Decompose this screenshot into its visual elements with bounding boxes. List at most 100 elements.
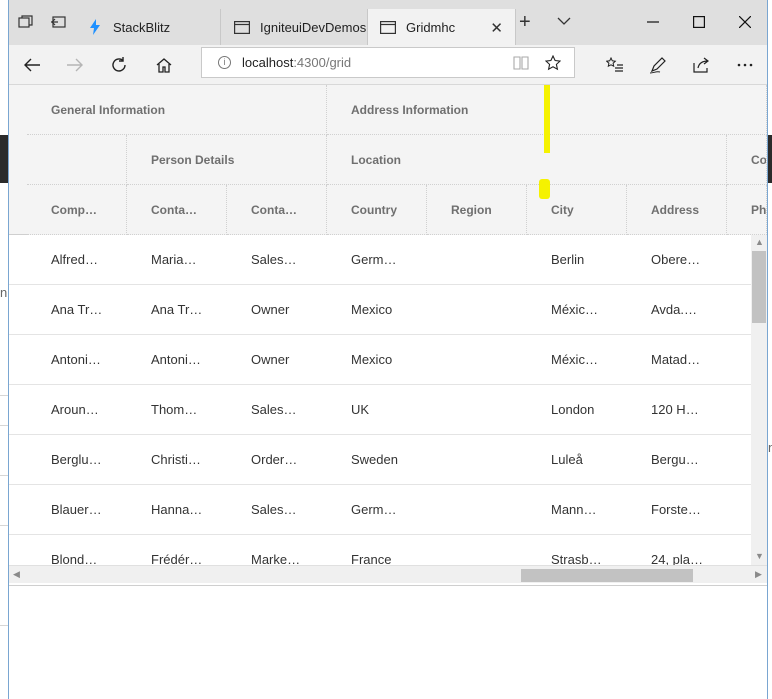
cell-country[interactable]: Mexico (327, 335, 427, 384)
tab-stackblitz[interactable]: StackBlitz (75, 9, 221, 45)
column-header-company[interactable]: Comp… (27, 185, 127, 235)
cell-address[interactable]: 24, pla… (627, 535, 727, 565)
cell-contact-title[interactable]: Sales… (227, 385, 327, 434)
cell-contact-name[interactable]: Thom… (127, 385, 227, 434)
cell-contact-name[interactable]: Ana Tr… (127, 285, 227, 334)
favorite-star-icon[interactable] (544, 54, 562, 72)
cell-contact-name[interactable]: Maria… (127, 235, 227, 284)
group-header-location[interactable]: Location (327, 135, 727, 185)
cell-country[interactable]: UK (327, 385, 427, 434)
close-tab-icon[interactable]: ✕ (490, 19, 503, 37)
column-header-region[interactable]: Region (427, 185, 527, 235)
vertical-scrollbar[interactable]: ▲ ▼ (751, 235, 767, 565)
cell-region[interactable] (427, 285, 527, 334)
cell-city[interactable]: Berlin (527, 235, 627, 284)
cell-company[interactable]: Ana Tr… (27, 285, 127, 334)
cell-city[interactable]: Strasb… (527, 535, 627, 565)
cell-city[interactable]: Mann… (527, 485, 627, 534)
cell-contact-title[interactable]: Order… (227, 435, 327, 484)
cell-region[interactable] (427, 485, 527, 534)
cell-city[interactable]: Méxic… (527, 335, 627, 384)
table-row[interactable]: Blauer… Hanna… Sales… Germ… Mann… Forste… (9, 485, 751, 535)
column-header-contact-name[interactable]: Conta… (127, 185, 227, 235)
group-header-person-details[interactable]: Person Details (127, 135, 327, 185)
cell-region[interactable] (427, 235, 527, 284)
navigation-bar: i localhost:4300/grid (9, 45, 767, 85)
scroll-right-icon[interactable]: ▶ (755, 569, 762, 580)
tab-gridmhc[interactable]: Gridmhc ✕ (368, 9, 516, 45)
table-row[interactable]: Blond… Frédér… Marke… France Strasb… 24,… (9, 535, 751, 565)
cell-region[interactable] (427, 535, 527, 565)
cell-address[interactable]: 120 H… (627, 385, 727, 434)
tab-igniteuidevdemos[interactable]: IgniteuiDevDemos (222, 9, 368, 45)
cell-company[interactable]: Antoni… (27, 335, 127, 384)
url-text[interactable]: localhost:4300/grid (242, 55, 351, 70)
group-header-contact[interactable]: Co (727, 135, 767, 185)
cell-country[interactable]: Sweden (327, 435, 427, 484)
table-row[interactable]: Ana Tr… Ana Tr… Owner Mexico Méxic… Avda… (9, 285, 751, 335)
table-row[interactable]: Antoni… Antoni… Owner Mexico Méxic… Mata… (9, 335, 751, 385)
cell-country[interactable]: Germ… (327, 235, 427, 284)
home-icon[interactable] (152, 53, 176, 77)
cell-contact-title[interactable]: Owner (227, 335, 327, 384)
cell-contact-name[interactable]: Christi… (127, 435, 227, 484)
more-icon[interactable] (733, 53, 757, 77)
cell-contact-name[interactable]: Hanna… (127, 485, 227, 534)
reading-view-icon[interactable] (512, 54, 530, 72)
cell-address[interactable]: Bergu… (627, 435, 727, 484)
cell-city[interactable]: London (527, 385, 627, 434)
cell-country[interactable]: France (327, 535, 427, 565)
cell-city[interactable]: Méxic… (527, 285, 627, 334)
refresh-icon[interactable] (107, 53, 131, 77)
cell-region[interactable] (427, 385, 527, 434)
close-window-icon[interactable] (735, 12, 755, 32)
cell-contact-name[interactable]: Antoni… (127, 335, 227, 384)
column-header-address[interactable]: Address (627, 185, 727, 235)
horizontal-scrollbar[interactable]: ◀ ▶ (9, 565, 767, 583)
table-row[interactable]: Aroun… Thom… Sales… UK London 120 H… (9, 385, 751, 435)
table-row[interactable]: Alfred… Maria… Sales… Germ… Berlin Obere… (9, 235, 751, 285)
tab-sets-icon[interactable] (15, 12, 37, 32)
cell-contact-title[interactable]: Sales… (227, 485, 327, 534)
vertical-scroll-thumb[interactable] (752, 251, 766, 323)
info-icon[interactable]: i (218, 56, 231, 69)
cell-address[interactable]: Forste… (627, 485, 727, 534)
tabs-aside-icon[interactable] (47, 12, 69, 32)
column-header-phone[interactable]: Ph (727, 185, 767, 235)
column-header-country[interactable]: Country (327, 185, 427, 235)
pen-icon[interactable] (646, 53, 670, 77)
cell-region[interactable] (427, 435, 527, 484)
forward-icon[interactable] (63, 53, 87, 77)
scroll-up-icon[interactable]: ▲ (755, 237, 764, 247)
favorites-list-icon[interactable] (603, 53, 627, 77)
chevron-down-icon[interactable] (557, 14, 571, 29)
group-header-general-information[interactable]: General Information (27, 85, 327, 135)
back-icon[interactable] (20, 53, 44, 77)
cell-address[interactable]: Matad… (627, 335, 727, 384)
share-icon[interactable] (689, 53, 713, 77)
cell-company[interactable]: Alfred… (27, 235, 127, 284)
scroll-left-icon[interactable]: ◀ (13, 569, 20, 580)
maximize-icon[interactable] (689, 12, 709, 32)
cell-company[interactable]: Berglu… (27, 435, 127, 484)
cell-company[interactable]: Blond… (27, 535, 127, 565)
table-row[interactable]: Berglu… Christi… Order… Sweden Luleå Ber… (9, 435, 751, 485)
cell-contact-title[interactable]: Marke… (227, 535, 327, 565)
minimize-icon[interactable] (643, 12, 663, 32)
cell-company[interactable]: Blauer… (27, 485, 127, 534)
scroll-down-icon[interactable]: ▼ (755, 551, 764, 561)
cell-region[interactable] (427, 335, 527, 384)
cell-company[interactable]: Aroun… (27, 385, 127, 434)
cell-contact-title[interactable]: Sales… (227, 235, 327, 284)
cell-contact-title[interactable]: Owner (227, 285, 327, 334)
cell-contact-name[interactable]: Frédér… (127, 535, 227, 565)
cell-country[interactable]: Mexico (327, 285, 427, 334)
cell-address[interactable]: Obere… (627, 235, 727, 284)
cell-address[interactable]: Avda.… (627, 285, 727, 334)
new-tab-icon[interactable]: + (519, 11, 531, 34)
column-header-contact-title[interactable]: Conta… (227, 185, 327, 235)
cell-country[interactable]: Germ… (327, 485, 427, 534)
horizontal-scroll-thumb[interactable] (521, 569, 693, 582)
cell-city[interactable]: Luleå (527, 435, 627, 484)
address-bar[interactable]: i localhost:4300/grid (201, 47, 575, 78)
